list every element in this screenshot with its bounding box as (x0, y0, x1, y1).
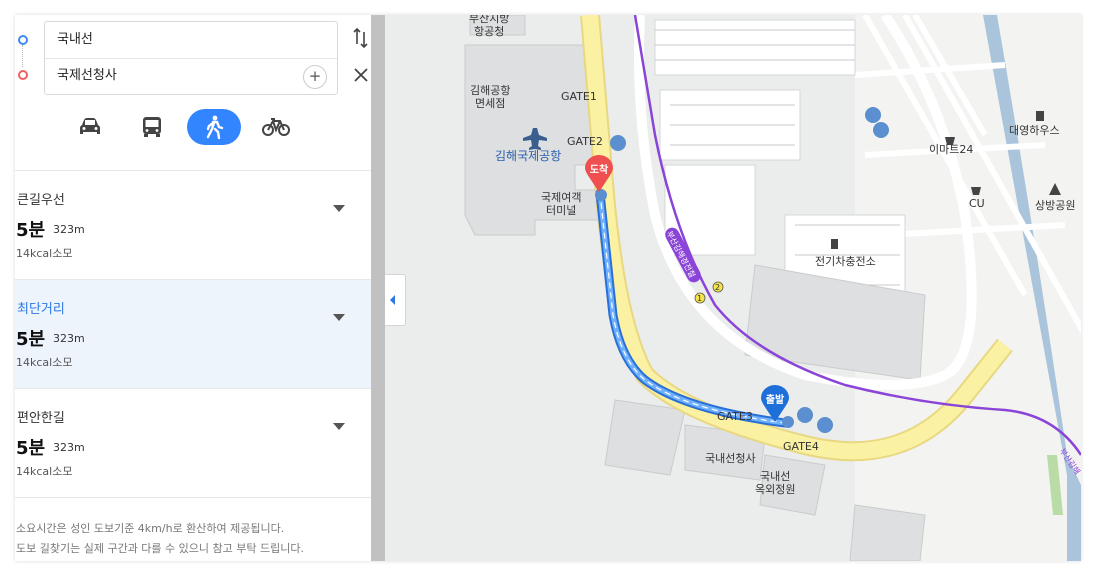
car-icon (80, 118, 100, 134)
ev-charger-icon (831, 239, 838, 249)
origin-field[interactable]: 국내선 (57, 23, 93, 57)
swap-button[interactable] (353, 27, 369, 53)
option-calories: 14kcal소모 (16, 247, 73, 260)
option-calories: 14kcal소모 (16, 356, 73, 369)
map-view[interactable]: 부산지방 항공청 김해공항 면세점 GATE1 GATE2 김해국제공항 국제여객 터… (385, 15, 1081, 561)
route-connector (22, 45, 24, 67)
app-frame: 국내선 국제선청사 + 큰길우선 5분 323m 14kcal소모 최단거리 5… (15, 15, 1081, 561)
route-option-main-road[interactable]: 큰길우선 5분 323m 14kcal소모 (15, 171, 371, 279)
origin-dot-icon (18, 35, 28, 45)
bus-icon (143, 117, 161, 137)
chevron-left-icon (390, 295, 395, 305)
mode-car[interactable] (63, 109, 117, 145)
map-label-gate2: GATE2 (567, 135, 603, 148)
departure-marker[interactable]: 출발 (760, 385, 790, 423)
map-label-daeyoung: 대영하우스 (1009, 124, 1060, 137)
mode-walk[interactable] (187, 109, 241, 145)
swap-icon (353, 27, 368, 49)
map-label-dutyfree: 김해공항 면세점 (470, 84, 511, 110)
option-time: 5분 (16, 220, 46, 241)
bike-icon (262, 118, 290, 136)
panel-scrollbar[interactable] (371, 15, 385, 561)
option-distance: 323m (53, 332, 85, 345)
map-label-domestic-terminal: 국내선청사 (705, 452, 756, 465)
map-label-airport: 김해국제공항 (495, 149, 562, 163)
destination-field[interactable]: 국제선청사 (57, 59, 117, 93)
route-option-shortest[interactable]: 최단거리 5분 323m 14kcal소모 (15, 280, 371, 388)
chevron-down-icon[interactable] (333, 205, 345, 212)
directions-panel: 국내선 국제선청사 + 큰길우선 5분 323m 14kcal소모 최단거리 5… (15, 15, 371, 561)
map-label-aviation-office: 부산지방 항공청 (469, 15, 510, 38)
option-calories: 14kcal소모 (16, 465, 73, 478)
collapse-panel-button[interactable] (385, 274, 406, 326)
map-label-sangbang-park: 상방공원 (1035, 199, 1076, 212)
map-label-gate4: GATE4 (783, 440, 819, 453)
route-input-box: 국내선 국제선청사 + (44, 21, 338, 95)
option-name: 최단거리 (17, 302, 65, 317)
chevron-down-icon[interactable] (333, 423, 345, 430)
option-name: 큰길우선 (17, 193, 65, 208)
footnote: 소요시간은 성인 도보기준 4km/h로 환산하여 제공됩니다. 도보 길찾기는… (16, 519, 304, 559)
map-label-gate3: GATE3 (717, 410, 753, 423)
option-distance: 323m (53, 223, 85, 236)
close-button[interactable] (354, 67, 368, 86)
transport-mode-tabs (15, 109, 371, 149)
departure-label: 출발 (765, 395, 785, 406)
route-option-comfortable[interactable]: 편안한길 5분 323m 14kcal소모 (15, 389, 371, 497)
mode-bike[interactable] (249, 109, 303, 145)
destination-dot-icon (18, 70, 28, 80)
option-distance: 323m (53, 441, 85, 454)
close-icon (354, 68, 368, 82)
walk-icon (206, 115, 224, 139)
station-2-label: 2 (715, 283, 721, 292)
divider (15, 497, 371, 498)
option-time: 5분 (16, 329, 46, 350)
option-time: 5분 (16, 438, 46, 459)
building-icon (1036, 111, 1044, 121)
map-label-outdoor-garden: 국내선 옥외정원 (755, 470, 796, 496)
mode-bus[interactable] (125, 109, 179, 145)
station-1-label: 1 (697, 294, 703, 303)
arrival-marker[interactable]: 도착 (584, 155, 614, 193)
plus-icon: + (308, 67, 322, 85)
map-label-intl-terminal: 국제여객 터미널 (541, 191, 582, 217)
chevron-down-icon[interactable] (333, 314, 345, 321)
map-label-cu: CU (969, 197, 985, 210)
map-label-ev-station: 전기차충전소 (815, 255, 876, 268)
map-label-gate1: GATE1 (561, 90, 597, 103)
footnote-line-2: 도보 길찾기는 실제 구간과 다를 수 있으니 참고 부탁 드립니다. (16, 542, 304, 555)
map-label-emart24: 이마트24 (929, 143, 974, 156)
option-name: 편안한길 (17, 411, 65, 426)
arrival-label: 도착 (589, 165, 609, 176)
add-waypoint-button[interactable]: + (303, 65, 327, 89)
footnote-line-1: 소요시간은 성인 도보기준 4km/h로 환산하여 제공됩니다. (16, 522, 285, 535)
